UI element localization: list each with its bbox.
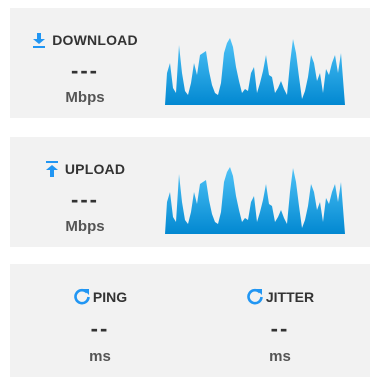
ping-metric: PING -- ms (10, 264, 190, 377)
download-card: DOWNLOAD --- Mbps (10, 8, 370, 118)
jitter-unit: ms (269, 348, 291, 365)
refresh-icon (73, 288, 91, 306)
download-value: --- (71, 58, 99, 83)
upload-title: UPLOAD (24, 161, 146, 177)
upload-label: UPLOAD (64, 161, 126, 177)
refresh-icon (246, 288, 264, 306)
upload-arrow-icon (45, 161, 59, 177)
download-label: DOWNLOAD (52, 32, 138, 48)
ping-title: PING (10, 288, 190, 306)
ping-label: PING (92, 289, 128, 305)
jitter-value: -- (270, 316, 290, 341)
ping-unit: ms (89, 348, 111, 365)
upload-card: UPLOAD --- Mbps (10, 137, 370, 247)
download-sparkline (165, 38, 345, 105)
upload-value: --- (71, 187, 99, 212)
ping-value: -- (90, 316, 110, 341)
upload-metric: UPLOAD --- Mbps (10, 137, 146, 247)
upload-unit: Mbps (65, 218, 105, 235)
jitter-metric: JITTER -- ms (190, 264, 370, 377)
download-metric: DOWNLOAD --- Mbps (10, 8, 146, 118)
download-unit: Mbps (65, 89, 105, 106)
ping-jitter-card: PING -- ms JITTER -- ms (10, 264, 370, 377)
jitter-title: JITTER (190, 288, 370, 306)
jitter-label: JITTER (265, 289, 315, 305)
upload-sparkline (165, 167, 345, 234)
download-title: DOWNLOAD (24, 32, 146, 48)
download-arrow-icon (32, 32, 46, 48)
